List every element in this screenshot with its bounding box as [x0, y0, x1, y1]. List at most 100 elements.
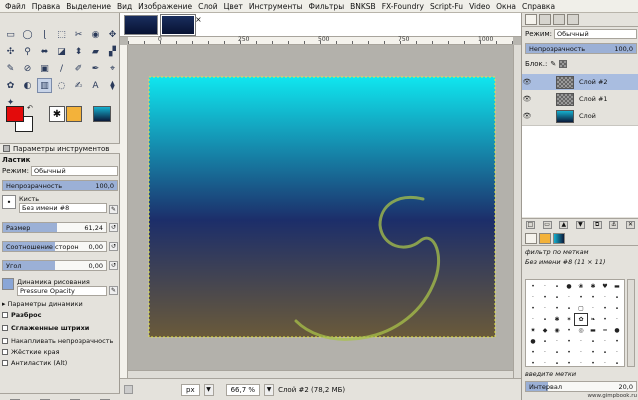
- brush-item[interactable]: •: [611, 336, 623, 347]
- new-layer-icon[interactable]: □: [525, 220, 535, 229]
- brush-item[interactable]: ∙: [611, 358, 623, 369]
- channels-tab[interactable]: [539, 14, 551, 25]
- layer-mode-select[interactable]: Обычный: [554, 29, 637, 39]
- brush-item[interactable]: ·: [599, 292, 611, 303]
- tool-button[interactable]: ✂: [71, 27, 86, 42]
- brush-item[interactable]: ·: [527, 314, 539, 325]
- menu-item[interactable]: BNKSB: [347, 2, 379, 11]
- tool-button[interactable]: ◉: [88, 27, 103, 42]
- anchor-layer-icon[interactable]: ⚓: [609, 220, 619, 229]
- layer-opacity-slider[interactable]: Непрозрачность 100,0: [525, 43, 637, 54]
- menu-item[interactable]: Video: [466, 2, 493, 11]
- smooth-checkbox[interactable]: Сглаженные штрихи: [2, 324, 89, 332]
- tool-button[interactable]: ▭: [3, 27, 18, 42]
- layer-row[interactable]: 👁 Слой #2: [522, 74, 638, 90]
- brush-item[interactable]: ∙: [551, 347, 563, 358]
- lock-pixels-icon[interactable]: ✎: [550, 60, 556, 68]
- size-reset-icon[interactable]: ↺: [109, 223, 118, 232]
- tool-brush-preview[interactable]: •: [2, 195, 16, 209]
- brush-item[interactable]: ◉: [551, 325, 563, 336]
- paths-tab[interactable]: [553, 14, 565, 25]
- brush-item[interactable]: ∙: [611, 292, 623, 303]
- brush-item[interactable]: ·: [539, 347, 551, 358]
- delete-layer-icon[interactable]: ✕: [626, 220, 636, 229]
- brush-item[interactable]: •: [563, 325, 575, 336]
- tool-button[interactable]: ▰: [88, 44, 103, 59]
- canvas[interactable]: [128, 45, 513, 378]
- dynamics-field[interactable]: Pressure Opacity: [17, 286, 107, 296]
- layers-tab[interactable]: [525, 14, 537, 25]
- tool-button[interactable]: ⬍: [71, 44, 86, 59]
- brush-item[interactable]: ❀: [575, 281, 587, 292]
- brush-item[interactable]: ♥: [599, 281, 611, 292]
- brush-item[interactable]: •: [527, 303, 539, 314]
- brush-item[interactable]: ·: [611, 314, 623, 325]
- gradients-tab[interactable]: [553, 233, 565, 244]
- brush-item[interactable]: ·: [599, 336, 611, 347]
- spacing-slider[interactable]: Интервал 20,0: [525, 381, 637, 392]
- brush-item[interactable]: ●: [527, 336, 539, 347]
- brush-item[interactable]: ●: [563, 281, 575, 292]
- brush-item[interactable]: ∙: [587, 336, 599, 347]
- raise-layer-icon[interactable]: ▲: [559, 220, 569, 229]
- brush-item[interactable]: •: [587, 358, 599, 369]
- brush-item[interactable]: ·: [575, 358, 587, 369]
- anti-erase-checkbox[interactable]: Антиластик (Alt): [2, 359, 67, 367]
- brush-item[interactable]: •: [599, 314, 611, 325]
- brush-item[interactable]: ∙: [563, 303, 575, 314]
- brush-item[interactable]: ∙: [539, 336, 551, 347]
- mode-select[interactable]: Обычный: [31, 166, 118, 176]
- size-slider[interactable]: Размер 61,24: [2, 222, 107, 233]
- swap-colors-icon[interactable]: ↶: [27, 104, 33, 112]
- edit-dynamics-icon[interactable]: ✎: [109, 286, 118, 295]
- zoom-select[interactable]: 66,7 %: [225, 383, 261, 396]
- brush-item[interactable]: ∙: [611, 303, 623, 314]
- menu-item[interactable]: Script-Fu: [427, 2, 466, 11]
- brush-item[interactable]: •: [575, 292, 587, 303]
- brush-item[interactable]: ·: [599, 358, 611, 369]
- scatter-checkbox[interactable]: Разброс: [2, 311, 41, 319]
- brush-item[interactable]: ·: [611, 347, 623, 358]
- brush-item[interactable]: ▢: [575, 303, 587, 314]
- close-tab-icon[interactable]: ×: [195, 15, 202, 24]
- menu-item[interactable]: Окна: [493, 2, 519, 11]
- brush-item[interactable]: ·: [527, 292, 539, 303]
- brush-item[interactable]: ·: [539, 303, 551, 314]
- image-tab-1[interactable]: [124, 15, 158, 35]
- menu-item[interactable]: Слой: [195, 2, 221, 11]
- angle-slider[interactable]: Угол 0,00: [2, 260, 107, 271]
- brush-item[interactable]: ∙: [551, 358, 563, 369]
- dynamics-options-row[interactable]: ▸ Параметры динамики: [2, 300, 118, 308]
- tool-button[interactable]: A: [88, 78, 103, 93]
- eye-icon[interactable]: 👁: [522, 78, 532, 86]
- brush-item[interactable]: ▬: [611, 281, 623, 292]
- horizontal-scrollbar[interactable]: [128, 370, 513, 378]
- tool-button[interactable]: ▣: [37, 61, 52, 76]
- layer-row[interactable]: 👁 Слой #1: [522, 91, 638, 107]
- vertical-scrollbar[interactable]: [513, 45, 521, 378]
- active-gradient-preview[interactable]: [93, 106, 111, 122]
- brushes-tab[interactable]: [525, 233, 537, 244]
- brush-item[interactable]: •: [563, 336, 575, 347]
- brush-item[interactable]: ·: [575, 336, 587, 347]
- tool-button[interactable]: ✒: [88, 61, 103, 76]
- dynamics-icon[interactable]: [2, 278, 14, 290]
- brush-item[interactable]: ✷: [527, 325, 539, 336]
- active-pattern-preview[interactable]: [66, 106, 82, 122]
- tool-options-tab[interactable]: Параметры инструментов: [0, 143, 120, 154]
- menu-item[interactable]: Справка: [519, 2, 558, 11]
- opacity-slider[interactable]: Непрозрачность 100,0: [2, 180, 118, 191]
- patterns-tab[interactable]: [539, 233, 551, 244]
- brush-item[interactable]: •: [563, 358, 575, 369]
- tool-button[interactable]: ɭ: [37, 27, 52, 42]
- menu-item[interactable]: Инструменты: [246, 2, 306, 11]
- brush-item[interactable]: ∙: [551, 281, 563, 292]
- eye-icon[interactable]: 👁: [522, 112, 532, 120]
- tag-filter-field[interactable]: фильтр по меткам: [525, 248, 637, 256]
- tool-button[interactable]: ◌: [54, 78, 69, 93]
- brush-item[interactable]: ❧: [587, 314, 599, 325]
- hard-edges-checkbox[interactable]: Жёсткие края: [2, 348, 60, 356]
- brush-item[interactable]: ∙: [551, 292, 563, 303]
- incremental-checkbox[interactable]: Накапливать непрозрачность: [2, 337, 113, 345]
- brush-item[interactable]: •: [587, 347, 599, 358]
